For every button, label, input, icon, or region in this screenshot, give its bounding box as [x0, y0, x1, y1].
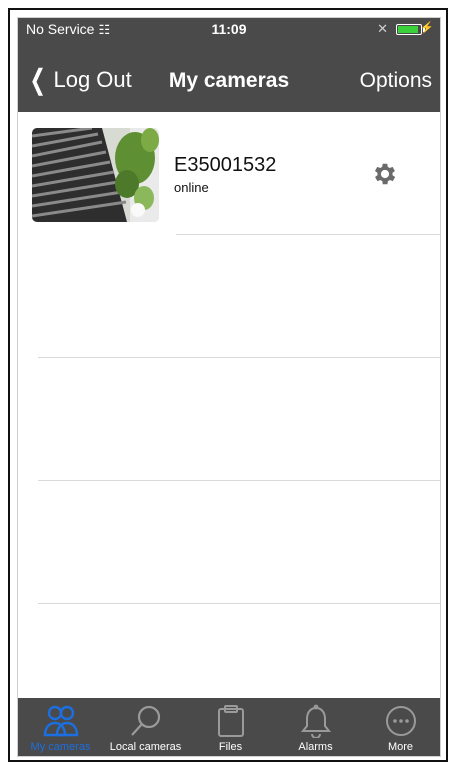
- row-divider: [38, 603, 440, 604]
- tab-label: More: [387, 741, 414, 753]
- row-divider: [38, 480, 440, 481]
- status-bar: No Service ☷ 11:09 ✕ ⚡: [18, 18, 440, 40]
- top-bar: No Service ☷ 11:09 ✕ ⚡ ❮ Log Out My camer…: [18, 18, 440, 112]
- camera-status: online: [174, 180, 209, 195]
- battery-icon: [396, 24, 425, 35]
- tab-bar: My cameras Local cameras Files Alarms Mo…: [18, 698, 440, 756]
- logout-button[interactable]: ❮ Log Out: [26, 64, 132, 95]
- gear-icon: [374, 163, 396, 185]
- chevron-left-icon: ❮: [29, 64, 46, 95]
- more-icon: [385, 706, 416, 736]
- camera-settings-button[interactable]: [371, 160, 399, 188]
- options-button[interactable]: Options: [360, 69, 432, 93]
- charging-icon: ⚡: [420, 22, 434, 34]
- bluetooth-icon: ✕: [377, 21, 388, 36]
- bell-icon: [300, 704, 331, 738]
- tab-label: Local cameras: [109, 741, 182, 753]
- phone-screen: No Service ☷ 11:09 ✕ ⚡ ❮ Log Out My camer…: [17, 17, 441, 757]
- logout-label: Log Out: [53, 67, 132, 92]
- tab-label: Files: [218, 741, 243, 753]
- tab-label: Alarms: [298, 741, 333, 753]
- search-icon: [130, 705, 160, 736]
- tab-label: My cameras: [30, 741, 91, 753]
- row-divider: [38, 357, 440, 358]
- tab-alarms[interactable]: Alarms: [273, 698, 358, 756]
- camera-name: E35001532: [174, 154, 277, 176]
- row-divider: [176, 234, 440, 235]
- camera-row[interactable]: E35001532 online: [18, 112, 440, 234]
- tab-more[interactable]: More: [358, 698, 440, 756]
- people-icon: [43, 705, 78, 737]
- tab-files[interactable]: Files: [188, 698, 273, 756]
- camera-thumbnail: [32, 128, 159, 222]
- nav-bar: ❮ Log Out My cameras Options: [18, 58, 440, 102]
- clipboard-icon: [217, 705, 244, 737]
- tab-my-cameras[interactable]: My cameras: [18, 698, 103, 756]
- tab-local-cameras[interactable]: Local cameras: [103, 698, 188, 756]
